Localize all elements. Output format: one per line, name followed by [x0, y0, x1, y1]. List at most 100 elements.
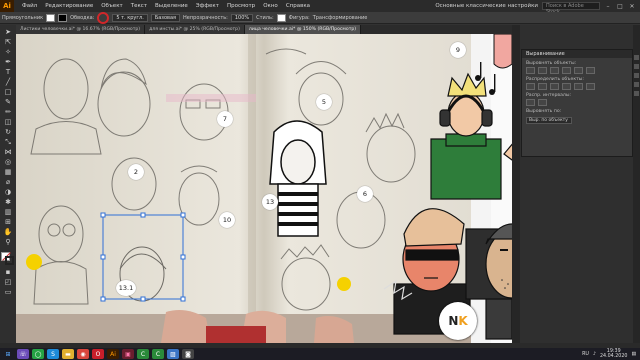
- image-viewer-icon[interactable]: ▨: [167, 349, 179, 359]
- menu-file[interactable]: Файл: [18, 3, 41, 9]
- photoshop-taskbar-icon[interactable]: ▣: [122, 349, 134, 359]
- pencil-tool-icon[interactable]: ✏: [3, 108, 13, 116]
- menu-view[interactable]: Просмотр: [223, 3, 259, 9]
- windows-start-icon[interactable]: ⊞: [2, 349, 14, 359]
- illustrator-taskbar-icon[interactable]: Ai: [107, 349, 119, 359]
- scale-tool-icon[interactable]: ⤡: [3, 138, 13, 146]
- chrome-icon[interactable]: ◉: [77, 349, 89, 359]
- stroke-style-dropdown[interactable]: 5 т. кругл.: [112, 13, 148, 22]
- spacing-vertical-icon[interactable]: [526, 99, 535, 106]
- style-swatch[interactable]: [276, 13, 286, 22]
- distribute-top-icon[interactable]: [526, 83, 535, 90]
- opera-icon[interactable]: O: [92, 349, 104, 359]
- corel-icon[interactable]: C: [152, 349, 164, 359]
- viber-icon[interactable]: ☏: [17, 349, 29, 359]
- opacity-label: Непрозрачность:: [183, 14, 228, 21]
- pen-tool-icon[interactable]: ✒: [3, 58, 13, 66]
- rotate-tool-icon[interactable]: ↻: [3, 128, 13, 136]
- distribute-left-icon[interactable]: [562, 83, 571, 90]
- selection-tool-icon[interactable]: ➤: [3, 28, 13, 36]
- menu-edit[interactable]: Редактирование: [41, 3, 97, 9]
- align-to-dropdown[interactable]: Выр. по объекту: [526, 117, 572, 124]
- folder-icon[interactable]: ▬: [62, 349, 74, 359]
- distribute-center-v-icon[interactable]: [538, 83, 547, 90]
- menu-window[interactable]: Окно: [259, 3, 282, 9]
- hand-tool-icon[interactable]: ✋: [3, 228, 13, 236]
- eraser-tool-icon[interactable]: ◫: [3, 118, 13, 126]
- artboard-tool-icon[interactable]: ⊞: [3, 218, 13, 226]
- panel-tab-icon[interactable]: [634, 82, 639, 87]
- color-mode-icon[interactable]: ▪: [3, 268, 13, 276]
- tab-document-1[interactable]: Листики человечки.ai* @ 16.67% (RGB/Прос…: [16, 25, 146, 34]
- tab-document-3[interactable]: лица человечки.ai* @ 150% (RGB/Просмотр): [244, 25, 362, 34]
- distribute-bottom-icon[interactable]: [550, 83, 559, 90]
- rectangle-tool-icon[interactable]: □: [3, 88, 13, 96]
- align-left-icon[interactable]: [526, 67, 535, 74]
- align-objects-buttons: [522, 67, 632, 74]
- artboard-canvas[interactable]: 9 7 5 2 13 6 10 13.1: [16, 34, 512, 343]
- width-tool-icon[interactable]: ⋈: [3, 148, 13, 156]
- gradient-tool-icon[interactable]: ▦: [3, 168, 13, 176]
- notifications-icon[interactable]: ▤: [631, 352, 636, 357]
- clock[interactable]: 19:39 24.04.2020: [600, 349, 627, 359]
- type-tool-icon[interactable]: T: [3, 68, 13, 76]
- zoom-tool-icon[interactable]: ⚲: [3, 238, 13, 246]
- panel-tab-icon[interactable]: [634, 55, 639, 60]
- logo-letter-n: N: [448, 314, 459, 328]
- minimize-icon[interactable]: –: [604, 3, 612, 10]
- menu-help[interactable]: Справка: [282, 3, 314, 9]
- align-center-h-icon[interactable]: [538, 67, 547, 74]
- whatsapp-icon[interactable]: ◯: [32, 349, 44, 359]
- volume-icon[interactable]: ♪: [593, 352, 596, 357]
- panel-tab-icon[interactable]: [634, 73, 639, 78]
- menu-bar: Ai Файл Редактирование Объект Текст Выде…: [0, 0, 640, 15]
- align-top-icon[interactable]: [562, 67, 571, 74]
- ccleaner-icon[interactable]: C: [137, 349, 149, 359]
- document-tabs: Листики человечки.ai* @ 16.67% (RGB/Прос…: [16, 25, 512, 34]
- magic-wand-tool-icon[interactable]: ✧: [3, 48, 13, 56]
- align-right-icon[interactable]: [550, 67, 559, 74]
- panel-tab-icon[interactable]: [634, 91, 639, 96]
- shape-label[interactable]: Фигура:: [289, 15, 310, 21]
- stroke-swatch[interactable]: [58, 13, 68, 22]
- panel-collapse-strip: [633, 25, 640, 343]
- align-bottom-icon[interactable]: [586, 67, 595, 74]
- blend-tool-icon[interactable]: ◑: [3, 188, 13, 196]
- menu-object[interactable]: Объект: [97, 3, 127, 9]
- direct-selection-tool-icon[interactable]: ⇱: [3, 38, 13, 46]
- symbol-tool-icon[interactable]: ✱: [3, 198, 13, 206]
- brush-dropdown[interactable]: Базовая: [150, 13, 181, 22]
- align-center-v-icon[interactable]: [574, 67, 583, 74]
- skype-icon[interactable]: S: [47, 349, 59, 359]
- align-panel-title[interactable]: Выравнивание: [526, 50, 565, 58]
- eyedropper-tool-icon[interactable]: ⌀: [3, 178, 13, 186]
- illustrator-logo: Ai: [0, 0, 14, 12]
- spacing-horizontal-icon[interactable]: [538, 99, 547, 106]
- transform-label[interactable]: Трансформирование: [313, 15, 368, 21]
- brush-tool-icon[interactable]: ✎: [3, 98, 13, 106]
- screen-mode-icon[interactable]: ▭: [3, 288, 13, 296]
- shape-builder-tool-icon[interactable]: ◎: [3, 158, 13, 166]
- distribute-right-icon[interactable]: [586, 83, 595, 90]
- stock-search-input[interactable]: Поиск в Adobe Stock: [542, 2, 600, 15]
- fill-swatch[interactable]: [46, 13, 56, 22]
- menu-effect[interactable]: Эффект: [192, 3, 223, 9]
- workspace-switcher[interactable]: Основные классические настройки: [435, 3, 538, 9]
- language-indicator[interactable]: RU: [582, 352, 589, 357]
- menu-type[interactable]: Текст: [127, 3, 151, 9]
- distribute-center-h-icon[interactable]: [574, 83, 583, 90]
- panel-tab-icon[interactable]: [634, 64, 639, 69]
- menu-select[interactable]: Выделение: [151, 3, 192, 9]
- camera-icon[interactable]: ◙: [182, 349, 194, 359]
- sketchbook-photo: [16, 34, 512, 343]
- draw-mode-icon[interactable]: ◰: [3, 278, 13, 286]
- clock-date: 24.04.2020: [599, 354, 628, 359]
- close-icon[interactable]: ✕: [628, 3, 636, 10]
- tab-document-2[interactable]: для инсты.ai* @ 25% (RGB/Просмотр): [145, 25, 245, 34]
- maximize-icon[interactable]: □: [616, 3, 624, 10]
- stroke-color-icon[interactable]: [5, 256, 14, 265]
- fill-stroke-indicator[interactable]: [1, 252, 15, 266]
- line-tool-icon[interactable]: ╱: [3, 78, 13, 86]
- opacity-input[interactable]: 100%: [230, 13, 254, 22]
- graph-tool-icon[interactable]: ▥: [3, 208, 13, 216]
